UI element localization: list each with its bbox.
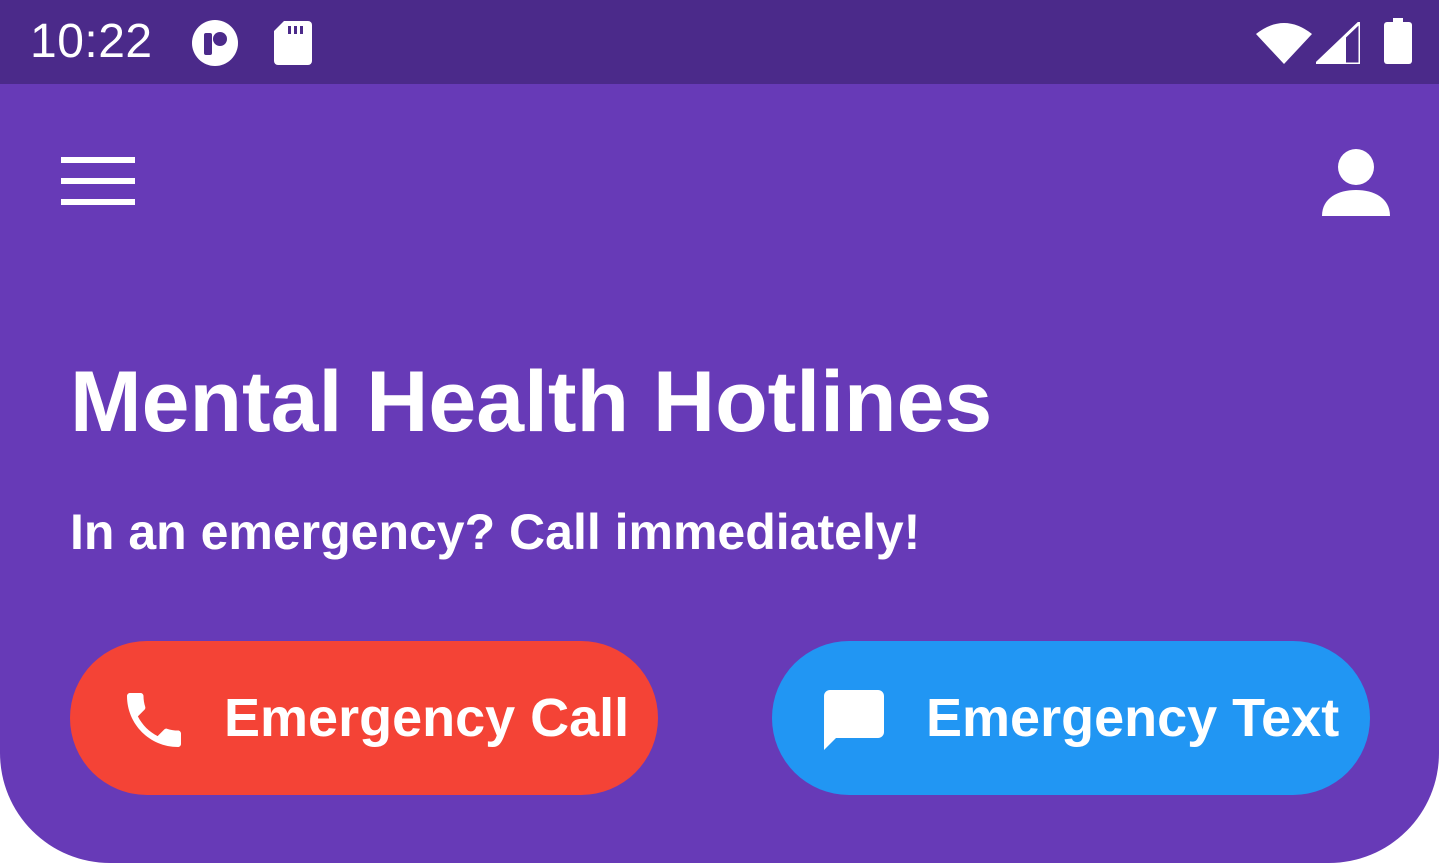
menu-button[interactable] [56, 154, 140, 214]
hero-panel: Mental Health Hotlines In an emergency? … [0, 84, 1439, 863]
emergency-call-label: Emergency Call [224, 688, 630, 748]
battery-icon [1384, 18, 1412, 64]
page-title: Mental Health Hotlines [70, 354, 993, 450]
emergency-text-label: Emergency Text [926, 688, 1340, 748]
cell-signal-icon [1316, 22, 1360, 64]
emergency-call-button[interactable]: Emergency Call [70, 641, 658, 795]
wifi-icon [1256, 23, 1312, 64]
hamburger-menu-icon [61, 157, 135, 205]
profile-button[interactable] [1316, 146, 1396, 220]
message-icon [824, 690, 884, 750]
account-icon [1322, 149, 1390, 216]
app-notification-icon [192, 20, 238, 66]
status-bar: 10:22 [0, 0, 1439, 84]
page-subtitle: In an emergency? Call immediately! [70, 504, 921, 560]
sd-card-icon [274, 21, 312, 65]
emergency-text-button[interactable]: Emergency Text [772, 641, 1370, 795]
phone-icon [127, 693, 181, 747]
status-time: 10:22 [30, 15, 153, 68]
